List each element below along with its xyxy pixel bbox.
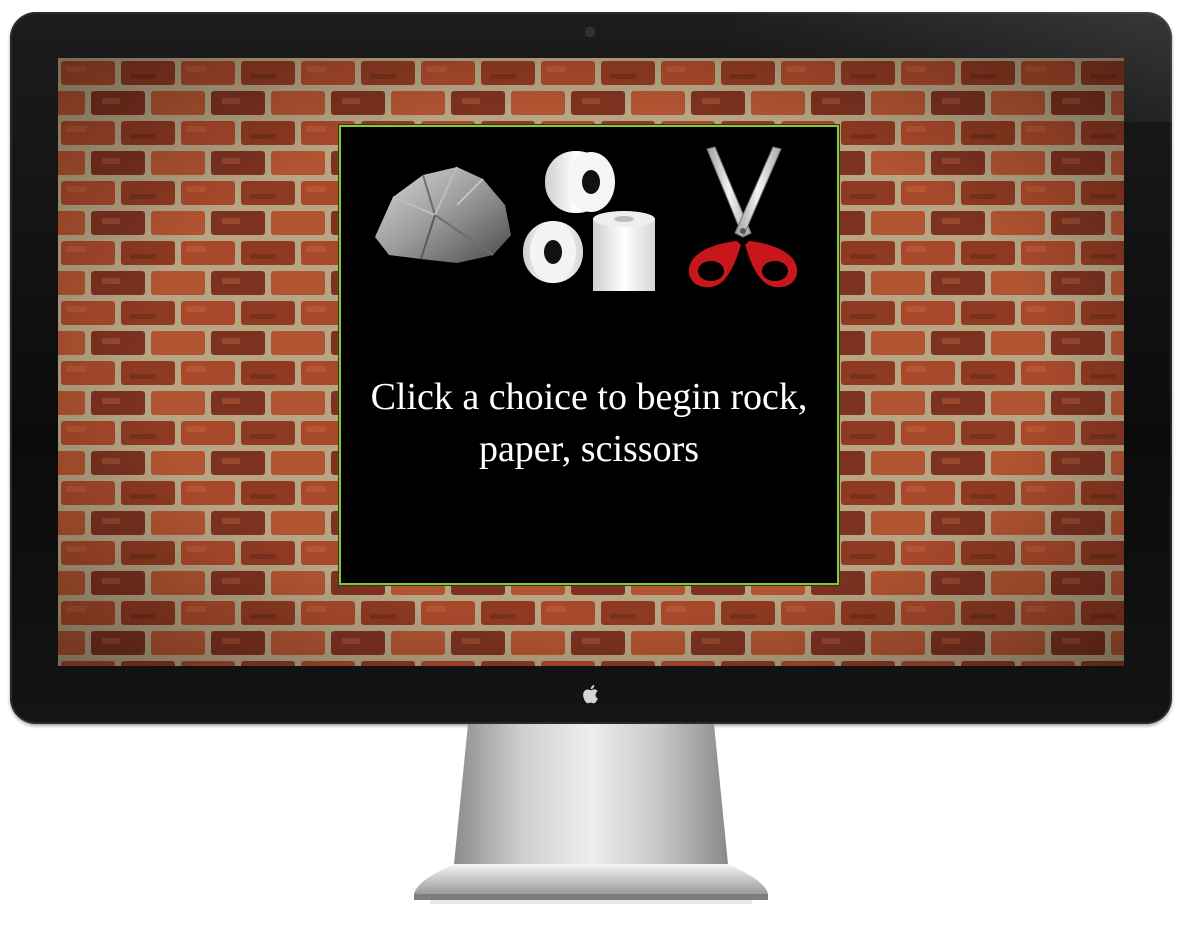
monitor-stand [410, 724, 772, 906]
monitor-scene: Click a choice to begin rock, paper, sci… [0, 0, 1180, 928]
toilet-paper-icon [523, 151, 655, 291]
scissors-icon [688, 146, 798, 288]
scissors-choice-button[interactable] [677, 145, 809, 295]
prompt-line-1: Click a choice to begin rock, [370, 376, 808, 418]
monitor-screen: Click a choice to begin rock, paper, sci… [58, 58, 1124, 666]
paper-choice-button[interactable] [521, 145, 661, 293]
prompt-line-2: paper, scissors [478, 428, 700, 470]
game-prompt: Click a choice to begin rock, paper, sci… [341, 371, 837, 475]
camera-icon [586, 28, 594, 36]
game-panel: Click a choice to begin rock, paper, sci… [338, 124, 840, 586]
rock-icon [375, 166, 511, 263]
apple-logo-icon [583, 685, 598, 704]
rock-choice-button[interactable] [365, 145, 517, 275]
